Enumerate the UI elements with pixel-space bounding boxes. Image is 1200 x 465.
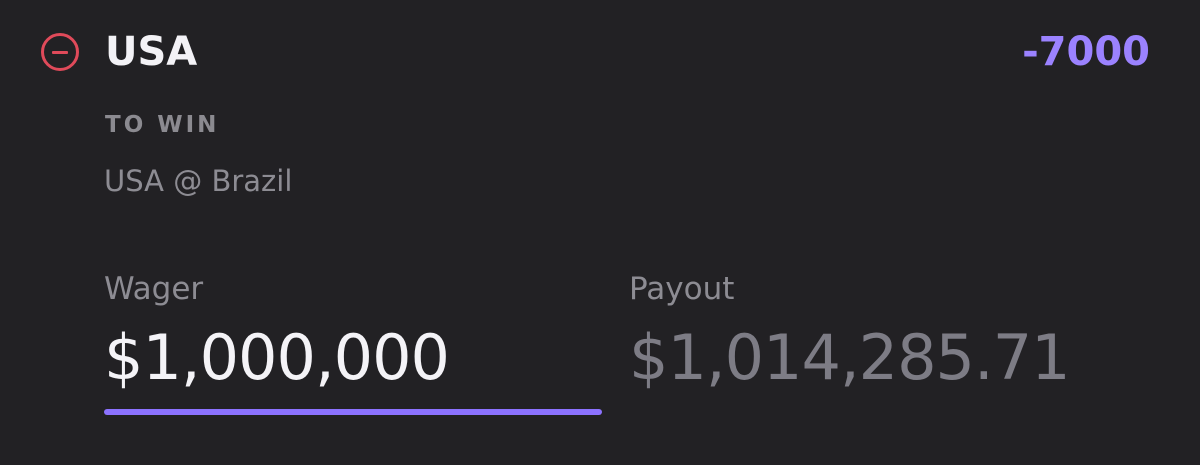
selection-team: USA bbox=[105, 29, 198, 75]
market-type: TO WIN bbox=[105, 112, 220, 138]
wager-input[interactable] bbox=[104, 318, 602, 398]
bet-slip-card: USA -7000 TO WIN USA @ Brazil Wager Payo… bbox=[0, 0, 1200, 465]
event-matchup: USA @ Brazil bbox=[104, 164, 293, 198]
payout-label: Payout bbox=[629, 271, 735, 307]
wager-label: Wager bbox=[104, 271, 204, 307]
payout-value: $1,014,285.71 bbox=[629, 321, 1071, 394]
wager-input-underline bbox=[104, 409, 602, 415]
remove-selection-icon[interactable] bbox=[41, 33, 79, 71]
selection-odds: -7000 bbox=[1022, 29, 1150, 75]
minus-bar bbox=[52, 50, 68, 54]
